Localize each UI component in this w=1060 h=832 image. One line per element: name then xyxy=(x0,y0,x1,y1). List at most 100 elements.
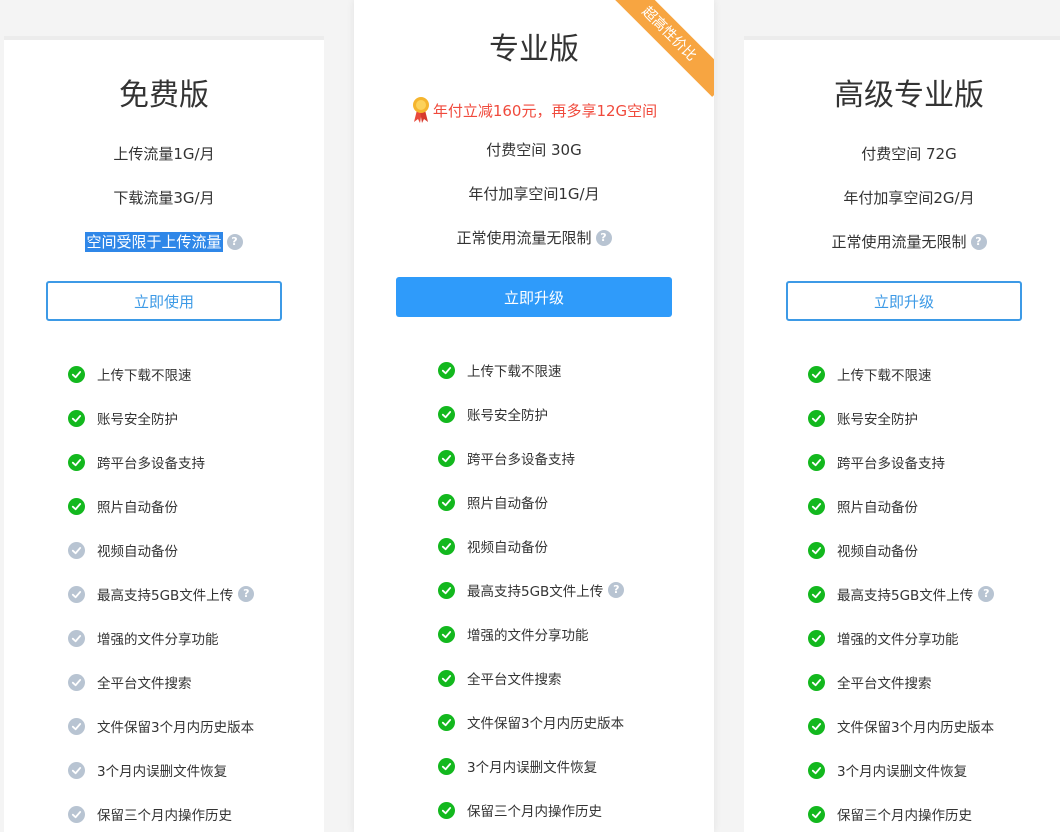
feature-label: 全平台文件搜索 xyxy=(97,676,192,692)
check-circle-icon xyxy=(808,409,825,427)
check-circle-icon xyxy=(68,585,85,603)
feature-item: 账号安全防护 xyxy=(438,392,624,436)
check-circle-icon xyxy=(438,669,455,687)
feature-item: 最高支持5GB文件上传? xyxy=(808,572,995,616)
feature-label: 3个月内误删文件恢复 xyxy=(97,764,228,780)
plan-spec-download: 下载流量3G/月 xyxy=(113,189,215,207)
question-icon[interactable]: ? xyxy=(978,586,995,602)
feature-label: 保留三个月内操作历史 xyxy=(837,808,972,824)
feature-item: 视频自动备份 xyxy=(808,528,994,572)
feature-label: 上传下载不限速 xyxy=(467,364,562,380)
check-circle-icon xyxy=(808,453,825,471)
feature-item: 增强的文件分享功能 xyxy=(438,612,624,656)
feature-label: 账号安全防护 xyxy=(97,412,178,428)
feature-item: 照片自动备份 xyxy=(68,484,254,528)
check-circle-icon xyxy=(68,805,85,823)
question-icon[interactable]: ? xyxy=(226,234,243,250)
feature-item: 文件保留3个月内历史版本 xyxy=(808,704,994,748)
check-circle-icon xyxy=(438,449,455,467)
plan-card-advanced: 高级专业版 付费空间 72G 年付加享空间2G/月 正常使用流量无限制 ? 立即… xyxy=(744,36,1060,832)
use-now-button[interactable]: 立即使用 xyxy=(46,281,282,321)
question-icon[interactable]: ? xyxy=(608,582,625,598)
feature-label: 保留三个月内操作历史 xyxy=(97,808,232,824)
feature-label: 增强的文件分享功能 xyxy=(467,628,589,644)
check-circle-icon xyxy=(68,761,85,779)
feature-list: 上传下载不限速 账号安全防护跨平台多设备支持 照片自动备份 视频自动备份最高支持5GB… xyxy=(808,352,995,832)
check-circle-icon xyxy=(438,361,455,379)
check-circle-icon xyxy=(808,541,825,559)
feature-item: 账号安全防护 xyxy=(68,396,254,440)
check-circle-icon xyxy=(808,761,825,779)
medal-icon xyxy=(411,96,431,124)
feature-list: 上传下载不限速 账号安全防护 跨平台多设备支持 照片自动备份 视频自动备份 最高支持5GB… xyxy=(438,348,625,832)
feature-item: 3个月内误删文件恢复 xyxy=(68,748,254,792)
feature-item: 全平台文件搜索 xyxy=(438,656,624,700)
feature-label: 文件保留3个月内历史版本 xyxy=(97,720,255,736)
feature-item: 跨平台多设备支持 xyxy=(68,440,254,484)
feature-item: 最高支持5GB文件上传? xyxy=(438,568,625,612)
check-circle-icon xyxy=(438,405,455,423)
question-icon[interactable]: ? xyxy=(238,586,255,602)
feature-item: 视频自动备份 xyxy=(438,524,624,568)
feature-item: 最高支持5GB文件上传? xyxy=(68,572,255,616)
feature-label: 视频自动备份 xyxy=(837,544,918,560)
feature-item: 全平台文件搜索 xyxy=(808,660,994,704)
feature-item: 文件保留3个月内历史版本 xyxy=(438,700,624,744)
check-circle-icon xyxy=(68,365,85,383)
plan-spec-traffic: 正常使用流量无限制 ? xyxy=(744,232,1060,252)
check-circle-icon xyxy=(808,365,825,383)
feature-item: 3个月内误删文件恢复 xyxy=(438,744,624,788)
feature-label: 最高支持5GB文件上传 xyxy=(97,588,234,604)
feature-label: 3个月内误删文件恢复 xyxy=(467,760,598,776)
feature-label: 账号安全防护 xyxy=(837,412,918,428)
check-circle-icon xyxy=(438,581,455,599)
feature-label: 跨平台多设备支持 xyxy=(837,456,945,472)
feature-item: 上传下载不限速 xyxy=(808,352,994,396)
feature-item: 上传下载不限速 xyxy=(68,352,254,396)
feature-label: 上传下载不限速 xyxy=(837,368,932,384)
plan-card-pro: 超高性价比 专业版 年付立减160元，再多享12G空间 付费空间 30G 年付加… xyxy=(354,0,714,832)
feature-label: 视频自动备份 xyxy=(97,544,178,560)
plan-title: 免费版 xyxy=(119,78,209,113)
feature-item: 3个月内误删文件恢复 xyxy=(808,748,994,792)
feature-item: 上传下载不限速 xyxy=(438,348,624,392)
question-icon[interactable]: ? xyxy=(595,230,612,246)
feature-label: 增强的文件分享功能 xyxy=(837,632,959,648)
feature-label: 照片自动备份 xyxy=(837,500,918,516)
feature-label: 最高支持5GB文件上传 xyxy=(467,584,604,600)
plan-spec-space: 付费空间 72G xyxy=(861,145,957,163)
feature-item: 账号安全防护 xyxy=(808,396,994,440)
feature-label: 保留三个月内操作历史 xyxy=(467,804,602,820)
check-circle-icon xyxy=(808,805,825,823)
feature-item: 全平台文件搜索 xyxy=(68,660,254,704)
feature-label: 文件保留3个月内历史版本 xyxy=(837,720,995,736)
feature-label: 跨平台多设备支持 xyxy=(97,456,205,472)
feature-label: 最高支持5GB文件上传 xyxy=(837,588,974,604)
upgrade-button[interactable]: 立即升级 xyxy=(786,281,1022,321)
feature-label: 照片自动备份 xyxy=(97,500,178,516)
feature-item: 增强的文件分享功能 xyxy=(68,616,254,660)
feature-label: 3个月内误删文件恢复 xyxy=(837,764,968,780)
check-circle-icon xyxy=(68,541,85,559)
promo-line: 年付立减160元，再多享12G空间 xyxy=(354,96,714,124)
plan-spec-upload: 上传流量1G/月 xyxy=(113,145,215,163)
plan-spec-space: 空间受限于上传流量 ? xyxy=(4,232,324,252)
upgrade-button[interactable]: 立即升级 xyxy=(396,277,672,317)
check-circle-icon xyxy=(68,497,85,515)
feature-item: 文件保留3个月内历史版本 xyxy=(68,704,254,748)
check-circle-icon xyxy=(68,453,85,471)
check-circle-icon xyxy=(438,757,455,775)
feature-item: 保留三个月内操作历史 xyxy=(808,792,994,832)
check-circle-icon xyxy=(808,629,825,647)
check-circle-icon xyxy=(808,585,825,603)
check-circle-icon xyxy=(808,497,825,515)
feature-item: 视频自动备份 xyxy=(68,528,254,572)
check-circle-icon xyxy=(438,801,455,819)
selected-text: 空间受限于上传流量 xyxy=(85,232,223,252)
plan-spec-traffic: 正常使用流量无限制 ? xyxy=(354,228,714,248)
check-circle-icon xyxy=(438,625,455,643)
feature-label: 文件保留3个月内历史版本 xyxy=(467,716,625,732)
plan-title: 高级专业版 xyxy=(834,78,984,113)
feature-item: 增强的文件分享功能 xyxy=(808,616,994,660)
question-icon[interactable]: ? xyxy=(970,234,987,250)
